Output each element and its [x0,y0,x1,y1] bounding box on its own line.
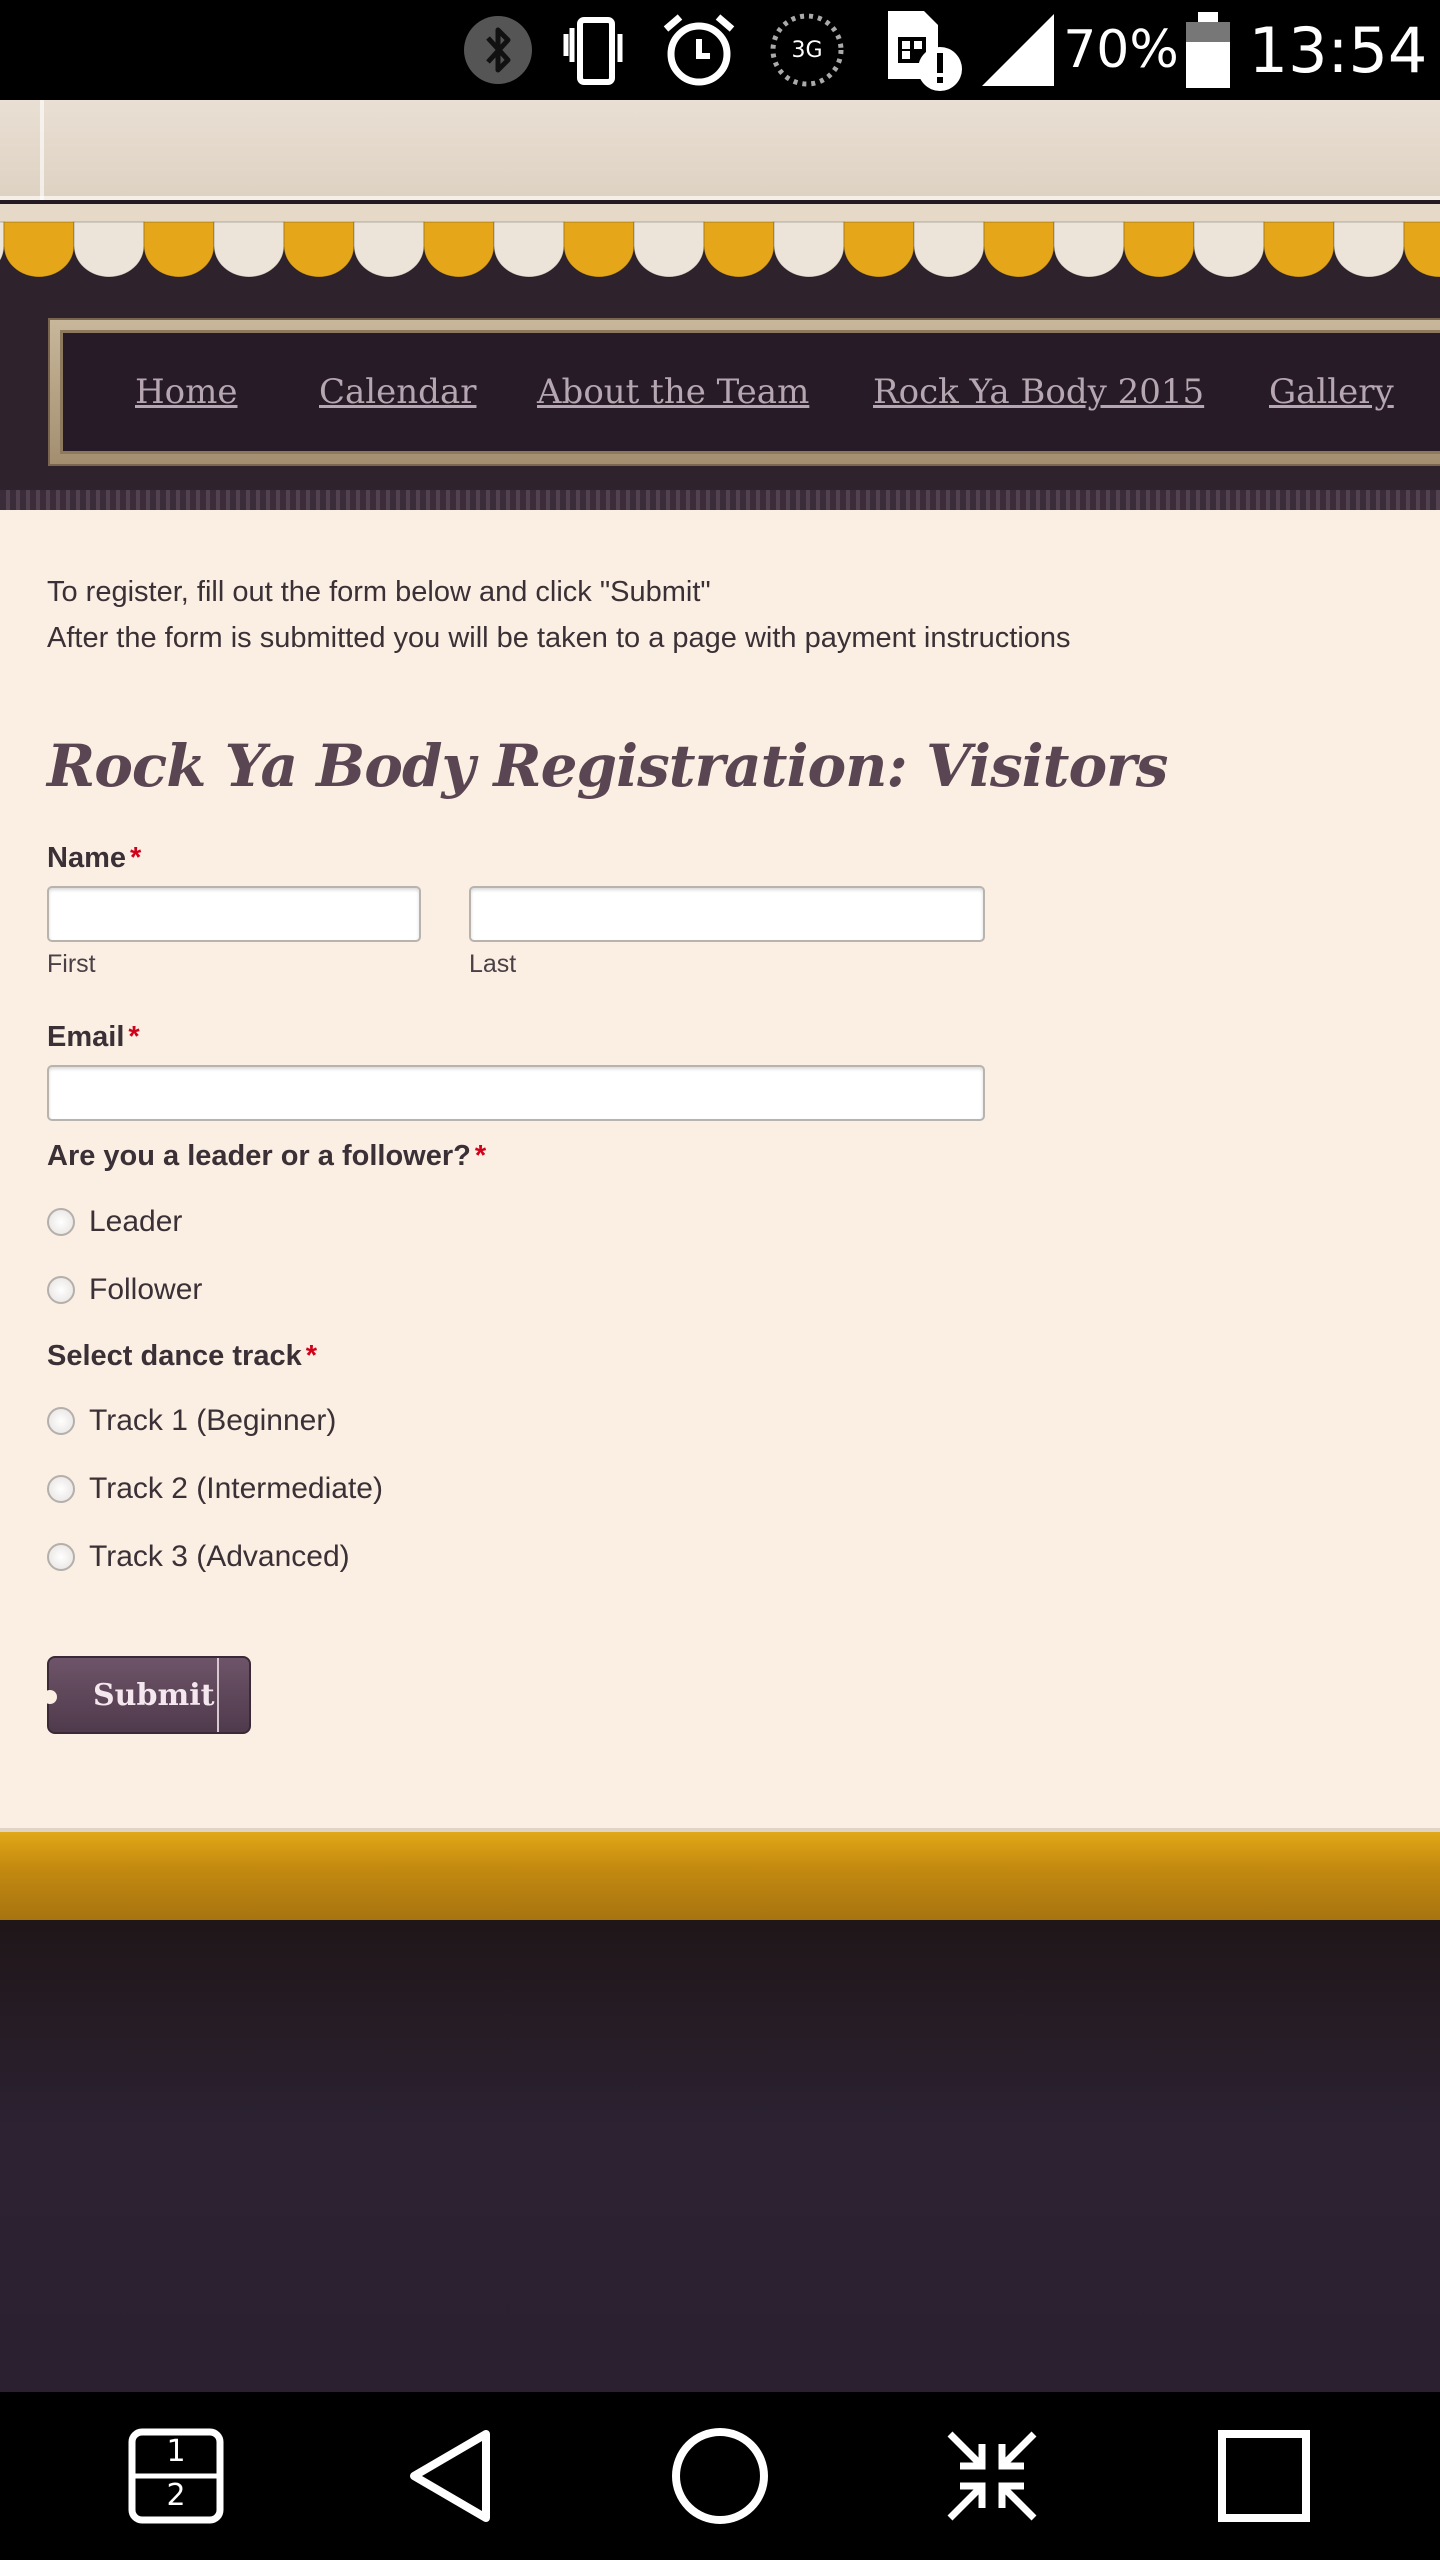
status-bar: 3G 70% 13:54 [0,0,1440,100]
email-label-row: Email * [47,1021,140,1054]
awning-scallop [1403,221,1440,278]
intro-text-2: After the form is submitted you will be … [47,622,1071,654]
recents-icon[interactable] [1184,2392,1344,2560]
footer-band [0,1832,1440,1920]
required-marker: * [474,1140,487,1172]
system-nav-bar: 1 2 [0,2392,1440,2560]
last-name-sublabel: Last [469,950,517,978]
awning-scallop [563,221,635,278]
nav-about-the-team[interactable]: About the Team [537,333,809,451]
radio-button[interactable] [47,1276,75,1304]
first-name-input[interactable] [47,886,421,942]
email-field[interactable] [47,1065,985,1121]
3g-label: 3G [791,37,823,63]
3g-icon: 3G [764,0,850,100]
sim-alert-icon [880,0,966,100]
header-top [0,100,1440,200]
awning-scallop [843,221,915,278]
radio-button[interactable] [47,1543,75,1571]
awning-scallop [0,221,5,262]
collapse-icon[interactable] [912,2392,1072,2560]
vibrate-icon [556,0,636,100]
main-nav: Home Calendar About the Team Rock Ya Bod… [48,318,1440,466]
awning-scallop [423,221,495,278]
required-marker: * [305,1340,317,1372]
awning-scallop [283,221,355,278]
awning-scallop [983,221,1055,278]
back-icon[interactable] [370,2392,530,2560]
ticket-notch [43,1690,57,1704]
track-option-label: Track 1 (Beginner) [89,1404,337,1437]
battery-percent: 70% [1063,20,1179,80]
radio-button[interactable] [47,1208,75,1236]
name-label: Name [47,842,126,874]
multiwindow-top-number: 1 [166,2434,186,2469]
multiwindow-bottom-number: 2 [166,2478,186,2513]
awning-scallop [1123,221,1195,278]
awning-scallop [353,221,425,278]
role-option-label: Leader [89,1205,183,1238]
name-label-row: Name * [47,842,141,875]
awning-scallop [1333,221,1405,278]
header-edge [0,490,1440,510]
battery-percent-wrap: 70% [1063,0,1179,100]
nav-gallery[interactable]: Gallery [1269,333,1394,451]
awning-scallop [1193,221,1265,278]
submit-button[interactable]: Submit [43,1656,251,1734]
intro-text-1: To register, fill out the form below and… [47,576,711,608]
track-label: Select dance track [47,1340,302,1372]
awning-scallop [143,221,215,278]
nav-calendar[interactable]: Calendar [319,333,476,451]
track-option-3[interactable]: Track 3 (Advanced) [47,1537,350,1577]
awning-scallop [633,221,705,278]
track-option-label: Track 3 (Advanced) [89,1540,350,1573]
main-content: To register, fill out the form below and… [0,510,1440,1828]
battery-icon [1180,0,1236,100]
last-name-input[interactable] [469,886,985,942]
role-label: Are you a leader or a follower? [47,1140,471,1172]
required-marker: * [128,1021,140,1053]
alarm-icon [656,0,742,100]
nav-rock-ya-body-2015[interactable]: Rock Ya Body 2015 [873,333,1204,451]
role-option-leader[interactable]: Leader [47,1202,182,1242]
awning-scallop [213,221,285,278]
track-option-1[interactable]: Track 1 (Beginner) [47,1401,336,1441]
track-option-label: Track 2 (Intermediate) [89,1472,383,1505]
awning-scallop [703,221,775,278]
signal-icon [978,0,1058,100]
nav-home[interactable]: Home [135,333,237,451]
clock: 13:54 [1248,13,1428,87]
radio-button[interactable] [47,1475,75,1503]
awning-scallop [73,221,145,278]
required-marker: * [130,842,142,874]
awning-scallop [1053,221,1125,278]
form-title: Rock Ya Body Registration: Visitors [47,732,1168,800]
awning-scallop [773,221,845,278]
footer [0,1920,1440,2392]
awning-scallop [3,221,75,278]
awning-scallop [493,221,565,278]
clock-wrap: 13:54 [1248,0,1428,100]
multiwindow-icon[interactable]: 1 2 [96,2392,256,2560]
bluetooth-icon [460,0,536,100]
awning-scallop [913,221,985,278]
track-label-row: Select dance track * [47,1340,317,1373]
submit-label: Submit [93,1677,215,1713]
awning-scallop [1263,221,1335,278]
role-option-follower[interactable]: Follower [47,1270,202,1310]
role-option-label: Follower [89,1273,203,1306]
radio-button[interactable] [47,1407,75,1435]
home-icon[interactable] [640,2392,800,2560]
awning-decoration [0,204,1440,284]
first-name-sublabel: First [47,950,96,978]
email-label: Email [47,1021,125,1053]
role-label-row: Are you a leader or a follower? * [47,1140,486,1173]
track-option-2[interactable]: Track 2 (Intermediate) [47,1469,383,1509]
